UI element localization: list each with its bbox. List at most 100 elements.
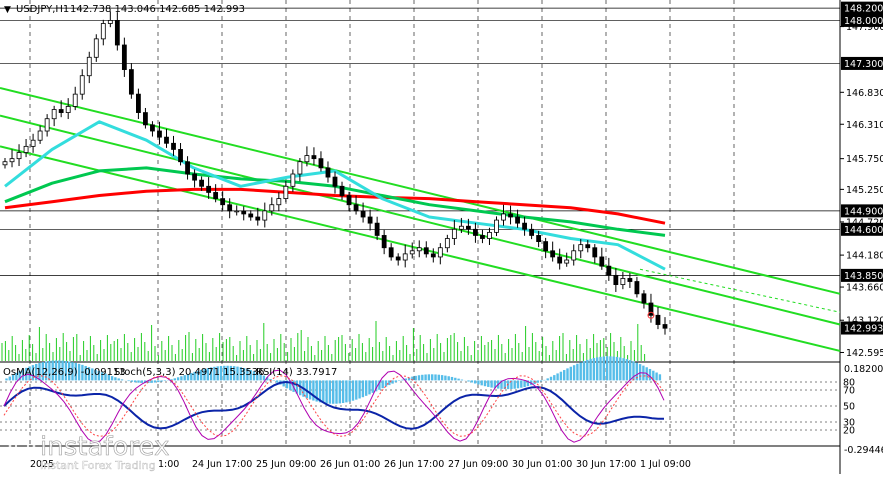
price-tick-label: 142.595 (846, 348, 883, 359)
candle-body (354, 205, 358, 211)
time-label: 27 Jun 09:00 (448, 459, 508, 470)
candle-body (663, 325, 667, 329)
candle-body (375, 223, 379, 235)
candle-body (3, 162, 7, 165)
osma-bar (428, 374, 430, 380)
osma-bar (438, 375, 440, 381)
candle-body (466, 226, 470, 229)
candle-body (544, 242, 548, 251)
osma-bar (560, 372, 562, 381)
candle-body (284, 186, 288, 198)
osma-bar (599, 357, 601, 381)
osma-bar (467, 380, 469, 381)
candle-body (410, 251, 414, 254)
candle-body (164, 137, 168, 143)
candle-body (136, 94, 140, 112)
osma-bar (583, 361, 585, 380)
osma-bar (626, 359, 628, 380)
time-label: 30 Jun 01:00 (512, 459, 572, 470)
candle-body (333, 177, 337, 186)
osma-bar (5, 378, 7, 380)
candle-body (24, 146, 28, 152)
osma-bar (325, 380, 327, 403)
candle-body (459, 226, 463, 229)
osma-bar (550, 377, 552, 381)
candle-body (389, 248, 393, 257)
candle-body (516, 217, 520, 223)
osma-bar (312, 380, 314, 400)
osma-bar (619, 357, 621, 380)
candle-body (207, 186, 211, 192)
osma-bar (118, 378, 120, 380)
time-label: 25 Jun 09:00 (256, 459, 316, 470)
osma-bar (487, 380, 489, 387)
osma-bar (382, 380, 384, 388)
candle-body (66, 106, 70, 112)
candle-body (263, 211, 267, 220)
osma-bar (563, 370, 565, 380)
candle-body (277, 199, 281, 205)
stoch-label: Stoch(5,3,3) 20.4971 15.3536 (114, 367, 265, 378)
osma-bar (659, 374, 661, 380)
osma-bar (362, 380, 364, 397)
chart-svg[interactable]: 142.595143.120143.660144.180144.720145.2… (0, 0, 883, 474)
candle-body (235, 211, 239, 212)
candle-body (214, 192, 218, 198)
osma-top-label: 0.182001 (844, 364, 883, 375)
osma-bar (358, 380, 360, 398)
price-tag-label: 144.600 (844, 225, 883, 236)
watermark-brand: instaforex (40, 432, 169, 462)
osma-bar (339, 380, 341, 403)
osma-bar (576, 364, 578, 381)
osma-bar (137, 380, 139, 382)
price-tick-label: 146.830 (846, 88, 883, 99)
candle-body (340, 186, 344, 195)
candle-body (94, 39, 98, 57)
osma-bar (441, 375, 443, 380)
osma-bar (349, 380, 351, 401)
candle-body (291, 174, 295, 186)
price-tag-label: 147.300 (844, 59, 883, 70)
candle-body (115, 20, 119, 45)
candle-body (431, 254, 435, 257)
osma-bar (606, 356, 608, 380)
osma-bar (566, 368, 568, 380)
candle-body (607, 266, 611, 275)
candle-body (326, 168, 330, 177)
osma-bar (431, 374, 433, 380)
osma-bar (471, 380, 473, 382)
candle-body (129, 70, 133, 95)
osma-bar (490, 380, 492, 387)
price-tag-label: 144.900 (844, 206, 883, 217)
osma-bar (461, 380, 463, 381)
candle-body (593, 248, 597, 257)
candle-body (635, 282, 639, 294)
candle-body (150, 125, 154, 131)
candle-body (452, 229, 456, 238)
candle-body (256, 217, 260, 220)
osma-bar (385, 380, 387, 386)
candle-body (242, 211, 246, 214)
osma-bar (520, 380, 522, 387)
osma-bar (335, 380, 337, 403)
osma-bar (451, 377, 453, 380)
candle-body (565, 260, 569, 263)
candle-body (172, 143, 176, 149)
osma-bar (523, 380, 525, 387)
menu-triangle-icon[interactable]: ▼ (4, 5, 11, 15)
candle-body (249, 214, 253, 217)
candle-body (221, 199, 225, 205)
osma-bar (596, 357, 598, 380)
osma-bar (309, 380, 311, 399)
osma-bar (448, 376, 450, 380)
candle-body (600, 257, 604, 266)
osma-bar (655, 373, 657, 381)
osma-bottom-label: -0.29446 (844, 445, 883, 456)
candle-body (368, 217, 372, 223)
osma-bar (421, 375, 423, 381)
osma-bar (127, 380, 129, 381)
price-tag-label: 143.850 (844, 271, 883, 282)
candle-body (270, 205, 274, 211)
osma-bar (454, 378, 456, 381)
candle-body (59, 110, 63, 113)
